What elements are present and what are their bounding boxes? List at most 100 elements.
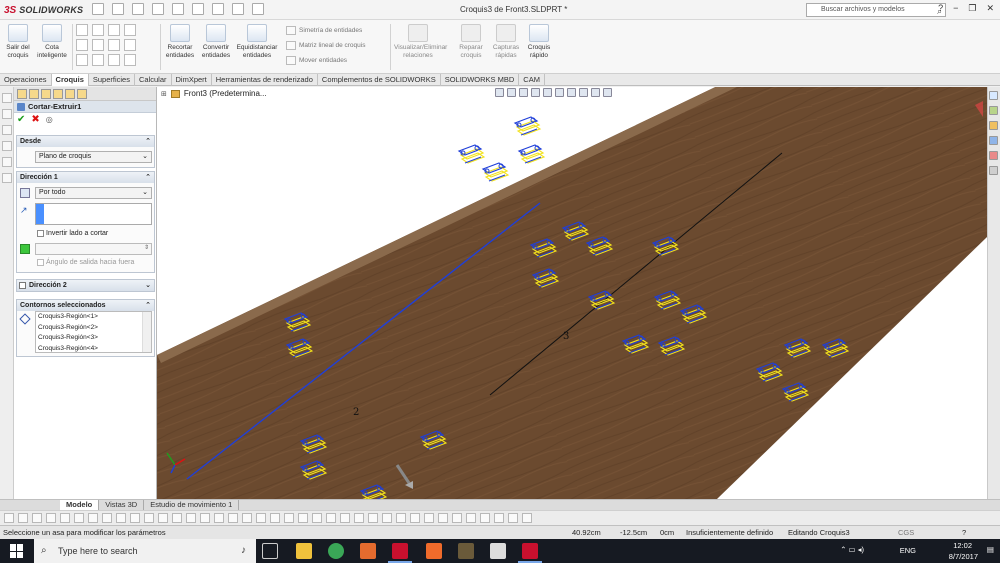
toolbar-icon[interactable]	[368, 513, 378, 523]
solidworks-logo[interactable]: 3S SOLIDWORKS	[4, 3, 83, 17]
toolbar-icon[interactable]	[326, 513, 336, 523]
model-view[interactable]	[157, 87, 987, 499]
dimxpert-tab-icon[interactable]	[53, 89, 63, 99]
display-relations-button[interactable]: Visualizar/Eliminar relaciones	[394, 24, 447, 60]
toolbar-icon[interactable]	[144, 513, 154, 523]
toolbar-icon[interactable]	[228, 513, 238, 523]
tab-addins[interactable]: Complementos de SOLIDWORKS	[318, 74, 441, 86]
tab-estudio-movimiento[interactable]: Estudio de movimiento 1	[144, 500, 240, 510]
toolbar-icon[interactable]	[424, 513, 434, 523]
search-input[interactable]: Buscar archivos y modelos ⌕	[806, 3, 946, 17]
toolbar-icon[interactable]	[396, 513, 406, 523]
tab-operaciones[interactable]: Operaciones	[0, 74, 52, 86]
toolbar-icon[interactable]	[284, 513, 294, 523]
slot-icon[interactable]	[108, 24, 120, 36]
feature-tree-icon[interactable]	[2, 93, 12, 103]
video-editor-icon[interactable]	[458, 543, 474, 559]
toolbar-icon[interactable]	[116, 513, 126, 523]
section-view-icon[interactable]	[531, 88, 540, 97]
property-tab-icon[interactable]	[29, 89, 39, 99]
solidworks-taskbar-icon[interactable]	[388, 543, 412, 563]
scene-icon[interactable]	[591, 88, 600, 97]
undo-icon[interactable]	[172, 3, 184, 15]
plane-icon[interactable]	[108, 54, 120, 66]
convert-entities-button[interactable]: Convertir entidades	[198, 24, 234, 60]
options-icon[interactable]	[252, 3, 264, 15]
cam-tree-icon[interactable]	[2, 173, 12, 183]
list-scrollbar[interactable]	[142, 312, 151, 352]
chrome-icon[interactable]	[328, 543, 344, 559]
end-condition-select[interactable]: Por todo ⌄	[35, 187, 152, 199]
offset-entities-button[interactable]: Equidistanciar entidades	[234, 24, 280, 60]
expand-icon[interactable]: ⊞	[161, 90, 167, 98]
start-button[interactable]	[10, 544, 24, 558]
file-explorer-icon[interactable]	[296, 543, 312, 559]
custom-properties-icon[interactable]	[989, 166, 998, 175]
quick-snaps-button[interactable]: Capturas rápidas	[490, 24, 522, 60]
arc-icon[interactable]	[92, 39, 104, 51]
property-manager-icon[interactable]	[2, 109, 12, 119]
tab-cam[interactable]: CAM	[519, 74, 545, 86]
new-document-icon[interactable]	[92, 3, 104, 15]
collapse-icon[interactable]: ⌃	[145, 136, 151, 147]
maximize-button[interactable]: ❐	[968, 3, 976, 14]
toolbar-icon[interactable]	[494, 513, 504, 523]
polygon-icon[interactable]	[108, 39, 120, 51]
toolbar-icon[interactable]	[466, 513, 476, 523]
display-style-icon[interactable]	[555, 88, 564, 97]
solidworks-taskbar-icon-2[interactable]	[518, 543, 542, 563]
tab-croquis[interactable]: Croquis	[51, 74, 89, 86]
select-icon[interactable]	[192, 3, 204, 15]
toolbar-icon[interactable]	[130, 513, 140, 523]
toolbar-icon[interactable]	[172, 513, 182, 523]
hide-show-icon[interactable]	[567, 88, 576, 97]
rebuild-icon[interactable]	[212, 3, 224, 15]
list-item[interactable]: Croquis3-Región<3>	[36, 333, 151, 344]
list-item[interactable]: Croquis3-Región<1>	[36, 312, 151, 323]
toolbar-icon[interactable]	[102, 513, 112, 523]
help-button[interactable]: ?	[938, 3, 943, 14]
toolbar-icon[interactable]	[158, 513, 168, 523]
tab-calcular[interactable]: Calcular	[135, 74, 172, 86]
feature-tree-flyout[interactable]: ⊞ Front3 (Predetermina...	[161, 89, 267, 98]
tab-dimxpert[interactable]: DimXpert	[172, 74, 212, 86]
dimension-label-3[interactable]: 3	[563, 331, 569, 342]
tab-superficies[interactable]: Superficies	[89, 74, 135, 86]
group-direccion2-header[interactable]: Dirección 2 ⌄	[17, 280, 154, 291]
tray-icons[interactable]: ⌃ ▭ ◂)	[840, 545, 864, 554]
group-desde-header[interactable]: Desde ⌃	[17, 136, 154, 147]
tab-vistas-3d[interactable]: Vistas 3D	[99, 500, 145, 510]
toolbar-icon[interactable]	[200, 513, 210, 523]
rectangle-icon[interactable]	[92, 24, 104, 36]
view-palette-icon[interactable]	[989, 136, 998, 145]
graphics-area[interactable]: ⊞ Front3 (Predetermina... 2 3	[157, 87, 987, 499]
group-direccion1-header[interactable]: Dirección 1 ⌃	[17, 172, 154, 183]
toolbar-icon[interactable]	[480, 513, 490, 523]
design-library-icon[interactable]	[989, 106, 998, 115]
repair-sketch-button[interactable]: Reparar croquis	[454, 24, 488, 60]
toolbar-icon[interactable]	[452, 513, 462, 523]
edit-appearance-icon[interactable]	[579, 88, 588, 97]
group-contornos-header[interactable]: Contornos seleccionados ⌃	[17, 300, 154, 311]
invertir-lado-checkbox[interactable]: Invertir lado a cortar	[37, 230, 108, 237]
dimxpert-icon[interactable]	[2, 141, 12, 151]
toolbar-icon[interactable]	[32, 513, 42, 523]
feature-manager-tab-icon[interactable]	[17, 89, 27, 99]
clock-time[interactable]: 12:02	[953, 541, 972, 550]
toolbar-icon[interactable]	[522, 513, 532, 523]
toolbar-icon[interactable]	[60, 513, 70, 523]
open-icon[interactable]	[112, 3, 124, 15]
toolbar-icon[interactable]	[438, 513, 448, 523]
move-entities-button[interactable]: Mover entidades	[286, 56, 347, 65]
language-indicator[interactable]: ENG	[900, 546, 916, 555]
task-view-icon[interactable]	[262, 543, 278, 559]
line-icon[interactable]	[76, 24, 88, 36]
microphone-icon[interactable]: ♪	[241, 539, 246, 563]
draft-angle-input[interactable]: ⇕	[35, 243, 152, 255]
toolbar-icon[interactable]	[214, 513, 224, 523]
toolbar-icon[interactable]	[256, 513, 266, 523]
fillet-icon[interactable]	[124, 24, 136, 36]
toolbar-icon[interactable]	[410, 513, 420, 523]
text-icon[interactable]	[124, 39, 136, 51]
toolbar-icon[interactable]	[340, 513, 350, 523]
